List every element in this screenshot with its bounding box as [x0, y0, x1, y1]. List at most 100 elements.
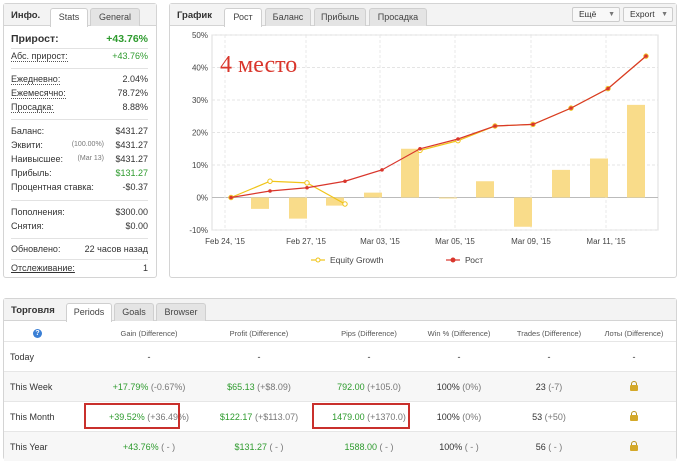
info-row-profit: Прибыль: $131.27	[11, 168, 148, 178]
y-tick-label: 10%	[192, 161, 208, 170]
chart-title: График	[177, 10, 213, 21]
header-lots[interactable]: Лоты (Difference)	[589, 329, 679, 338]
growth-chart: 50% 40% 30% 20% 10% 0% -10% Feb 24, '15 Feb 27, …	[189, 31, 659, 265]
data-point	[531, 122, 535, 127]
tab-goals[interactable]: Goals	[114, 303, 154, 321]
info-row-abs-growth: Абс. прирост: +43.76%	[11, 51, 148, 62]
bar	[590, 158, 608, 198]
data-point	[229, 195, 233, 200]
chevron-down-icon: ▼	[608, 11, 615, 18]
header-win[interactable]: Win % (Difference)	[409, 329, 509, 338]
chart-panel-header: График Рост Баланс Прибыль Просадка Ещё ▼…	[170, 4, 676, 27]
pips-cell: 1588.00 ( - )	[344, 442, 394, 452]
export-button[interactable]: Export ▼	[623, 7, 673, 22]
y-tick-label: 0%	[196, 194, 208, 203]
data-point	[493, 124, 497, 128]
trades-cell: 23 (-7)	[535, 382, 563, 392]
info-row-withdrawals: Снятия: $0.00	[11, 221, 148, 231]
trades-cell: -	[547, 352, 551, 362]
pips-cell: 792.00 (+105.0)	[337, 382, 401, 392]
lock-icon[interactable]	[630, 441, 638, 451]
win-cell: 100% (0%)	[436, 412, 482, 422]
tab-profit[interactable]: Прибыль	[314, 8, 366, 26]
info-row-highest: Наивысшее: (Mar 13) $431.27	[11, 154, 148, 164]
gain-cell: -	[147, 352, 151, 362]
y-tick-label: 40%	[192, 64, 208, 73]
tab-balance[interactable]: Баланс	[265, 8, 311, 26]
info-row-deposits: Пополнения: $300.00	[11, 207, 148, 217]
y-tick-label: 20%	[192, 129, 208, 138]
tab-growth[interactable]: Рост	[224, 8, 262, 27]
help-icon[interactable]: ?	[33, 329, 42, 338]
info-row-daily: Ежедневно: 2.04%	[11, 74, 148, 85]
bar	[364, 192, 382, 198]
x-tick-label: Mar 11, '15	[586, 237, 626, 246]
y-tick-label: 30%	[192, 96, 208, 105]
data-point	[418, 146, 422, 151]
legend-entry[interactable]: Equity Growth	[330, 255, 384, 265]
info-panel-header: Инфо. Stats General	[4, 4, 156, 27]
trade-title: Торговля	[11, 305, 55, 316]
trade-panel-header: Торговля Periods Goals Browser	[4, 299, 676, 322]
table-row: This Year +43.76% ( - ) $131.27 ( - ) 1588.…	[4, 431, 676, 461]
profit-cell: $65.13 (+$8.09)	[227, 382, 291, 392]
tab-periods[interactable]: Periods	[66, 303, 112, 322]
data-point	[456, 137, 460, 141]
bar	[251, 197, 269, 209]
data-point	[644, 54, 648, 58]
gain-cell: +43.76% ( - )	[122, 442, 176, 452]
info-row-tracking: Отслеживание: 1	[11, 263, 148, 273]
period-name: This Year	[10, 442, 48, 452]
trades-cell: 56 ( - )	[535, 442, 563, 452]
tab-stats[interactable]: Stats	[50, 8, 88, 27]
profit-cell: $131.27 ( - )	[234, 442, 284, 452]
legend-entry[interactable]: Рост	[465, 255, 483, 265]
period-name: This Week	[10, 382, 53, 392]
tab-drawdown[interactable]: Просадка	[369, 8, 427, 26]
lock-icon[interactable]	[630, 411, 638, 421]
data-point	[305, 185, 309, 190]
x-tick-label: Mar 09, '15	[511, 237, 551, 246]
info-panel: Инфо. Stats General Прирост: +43.76% Абс…	[3, 3, 157, 278]
info-row-drawdown: Просадка: 8.88%	[11, 102, 148, 113]
lock-icon[interactable]	[630, 381, 638, 391]
bar	[552, 169, 570, 198]
trading-panel: Торговля Periods Goals Browser ? Gain (D…	[3, 298, 679, 461]
highlight-gain	[84, 403, 180, 429]
tab-browser[interactable]: Browser	[156, 303, 206, 321]
info-row-balance: Баланс: $431.27	[11, 126, 148, 136]
tracking-link[interactable]: Отслеживание:	[11, 263, 75, 273]
data-point	[569, 106, 573, 110]
tab-general[interactable]: General	[90, 8, 140, 26]
data-point	[342, 201, 348, 207]
win-cell: 100% (0%)	[436, 382, 482, 392]
info-row-interest: Процентная ставка: -$0.37	[11, 182, 148, 192]
bar	[627, 104, 645, 198]
period-name: This Month	[10, 412, 55, 422]
info-row-monthly: Ежемесячно: 78.72%	[11, 88, 148, 99]
y-tick-label: -10%	[189, 226, 208, 235]
data-point	[268, 189, 272, 193]
legend-marker	[450, 257, 456, 263]
x-tick-label: Feb 24, '15	[205, 237, 245, 246]
header-pips[interactable]: Pips (Difference)	[314, 329, 424, 338]
info-title: Инфо.	[11, 10, 41, 21]
highlight-pips	[312, 403, 410, 429]
win-cell: 100% ( - )	[439, 442, 479, 452]
profit-cell: -	[257, 352, 261, 362]
chevron-down-icon: ▼	[661, 11, 668, 18]
header-trades[interactable]: Trades (Difference)	[499, 329, 599, 338]
info-row-equity: Эквити: (100.00%) $431.27	[11, 140, 148, 150]
more-button[interactable]: Ещё ▼	[572, 7, 620, 22]
gain-cell: +17.79% (-0.67%)	[112, 382, 186, 392]
data-point	[343, 179, 347, 184]
header-profit[interactable]: Profit (Difference)	[204, 329, 314, 338]
info-row-growth: Прирост: +43.76%	[11, 33, 148, 45]
header-gain[interactable]: Gain (Difference)	[94, 329, 204, 338]
pips-cell: -	[367, 352, 371, 362]
rank-annotation: 4 место	[220, 52, 297, 78]
x-tick-label: Mar 05, '15	[435, 237, 475, 246]
data-point	[606, 86, 610, 91]
bar	[514, 197, 532, 227]
y-tick-label: 50%	[192, 31, 208, 40]
